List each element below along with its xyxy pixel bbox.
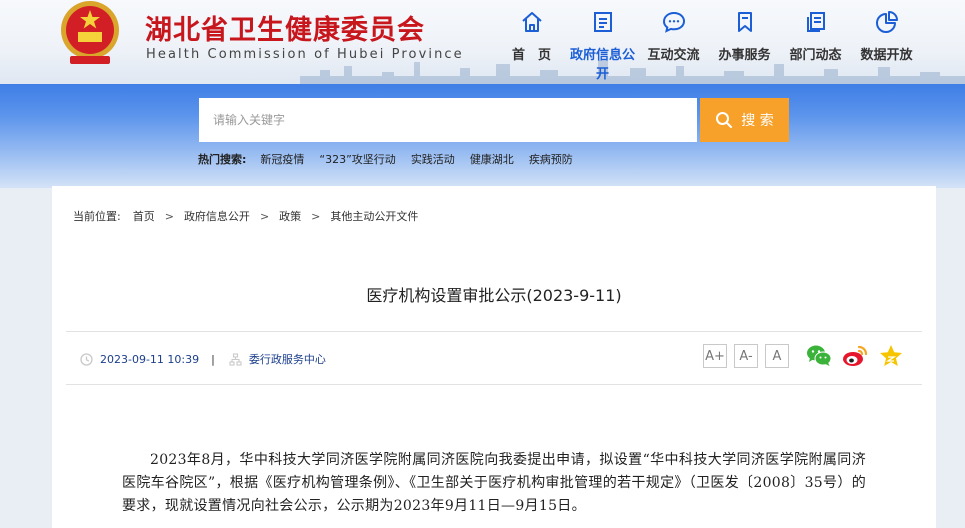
- article-body: 2023年8月，华中科技大学同济医学院附属同济医院向我委提出申请，拟设置“华中科…: [122, 449, 866, 518]
- document-icon: [593, 12, 612, 32]
- article-tools: A+ A- A: [703, 344, 904, 368]
- nav-services[interactable]: 办事服务: [709, 6, 780, 70]
- chat-icon: [662, 11, 685, 33]
- organization-icon: [229, 352, 242, 366]
- breadcrumb-home[interactable]: 首页: [133, 208, 155, 224]
- search-icon: [716, 112, 733, 128]
- article-meta-bar: 2023-09-11 10:39 | 委行政服务中心 A+ A- A: [66, 331, 922, 385]
- nav-dept-news-label: 部门动态: [789, 48, 842, 63]
- search-button-label: 搜 索: [741, 113, 774, 129]
- weibo-icon[interactable]: [842, 344, 868, 368]
- content-panel: 当前位置: 首页 > 政府信息公开 > 政策 > 其他主动公开文件 医疗机构设置…: [52, 186, 936, 528]
- hot-searches: 热门搜索: 新冠疫情 “323”攻坚行动 实践活动 健康湖北 疾病预防: [198, 151, 588, 167]
- breadcrumb: 当前位置: 首页 > 政府信息公开 > 政策 > 其他主动公开文件: [73, 208, 418, 224]
- article-body-text: 2023年8月，华中科技大学同济医学院附属同济医院向我委提出申请，拟设置“华中科…: [122, 452, 866, 514]
- hot-search-item[interactable]: 实践活动: [411, 151, 455, 167]
- nav-interaction[interactable]: 互动交流: [638, 6, 709, 70]
- nav-home-label: 首 页: [511, 48, 551, 63]
- breadcrumb-separator: >: [259, 209, 270, 223]
- clock-icon: [80, 352, 93, 366]
- font-decrease-button[interactable]: A-: [734, 344, 758, 368]
- site-subtitle: Health Commission of Hubei Province: [146, 47, 464, 62]
- breadcrumb-label: 当前位置:: [73, 210, 121, 223]
- bookmark-icon: [737, 12, 752, 32]
- nav-open-data[interactable]: 数据开放: [851, 6, 922, 70]
- hot-search-item[interactable]: 疾病预防: [529, 151, 573, 167]
- search-button[interactable]: 搜 索: [700, 98, 789, 142]
- home-icon: [521, 12, 542, 32]
- nav-gov-info-label: 政府信息公开: [569, 48, 635, 82]
- breadcrumb-other-files[interactable]: 其他主动公开文件: [330, 208, 418, 224]
- breadcrumb-separator: >: [164, 209, 174, 223]
- nav-open-data-label: 数据开放: [860, 48, 913, 63]
- article-meta: 2023-09-11 10:39 | 委行政服务中心: [80, 351, 326, 367]
- nav-services-label: 办事服务: [718, 48, 771, 63]
- article-title: 医疗机构设置审批公示(2023-9-11): [366, 286, 622, 305]
- national-emblem-icon: [61, 1, 119, 64]
- pie-chart-icon: [875, 11, 898, 33]
- main-nav: 首 页 政府信息公开 互动交流 办事服务 部门动态 数据开放: [496, 6, 922, 82]
- favorite-icon[interactable]: [878, 344, 904, 368]
- breadcrumb-policy[interactable]: 政策: [279, 208, 301, 224]
- hot-search-label: 热门搜索:: [198, 153, 247, 166]
- article-source[interactable]: 委行政服务中心: [249, 351, 326, 367]
- font-default-button[interactable]: A: [765, 344, 789, 368]
- article-date: 2023-09-11 10:39: [100, 352, 200, 366]
- site-header: 湖北省卫生健康委员会 Health Commission of Hubei Pr…: [0, 0, 965, 84]
- breadcrumb-gov-info[interactable]: 政府信息公开: [184, 208, 250, 224]
- wechat-icon[interactable]: [806, 344, 832, 368]
- nav-dept-news[interactable]: 部门动态: [780, 6, 851, 70]
- site-title[interactable]: 湖北省卫生健康委员会: [145, 8, 425, 47]
- nav-gov-info[interactable]: 政府信息公开: [567, 6, 638, 82]
- copy-icon: [806, 12, 825, 32]
- hot-search-item[interactable]: 新冠疫情: [260, 151, 304, 167]
- nav-home[interactable]: 首 页: [496, 6, 567, 70]
- font-increase-button[interactable]: A+: [703, 344, 727, 368]
- hot-search-item[interactable]: 健康湖北: [470, 151, 514, 167]
- meta-separator: |: [211, 352, 215, 366]
- breadcrumb-separator: >: [311, 209, 321, 223]
- search-input[interactable]: [199, 98, 697, 142]
- nav-interaction-label: 互动交流: [647, 48, 700, 63]
- hot-search-item[interactable]: “323”攻坚行动: [319, 151, 395, 167]
